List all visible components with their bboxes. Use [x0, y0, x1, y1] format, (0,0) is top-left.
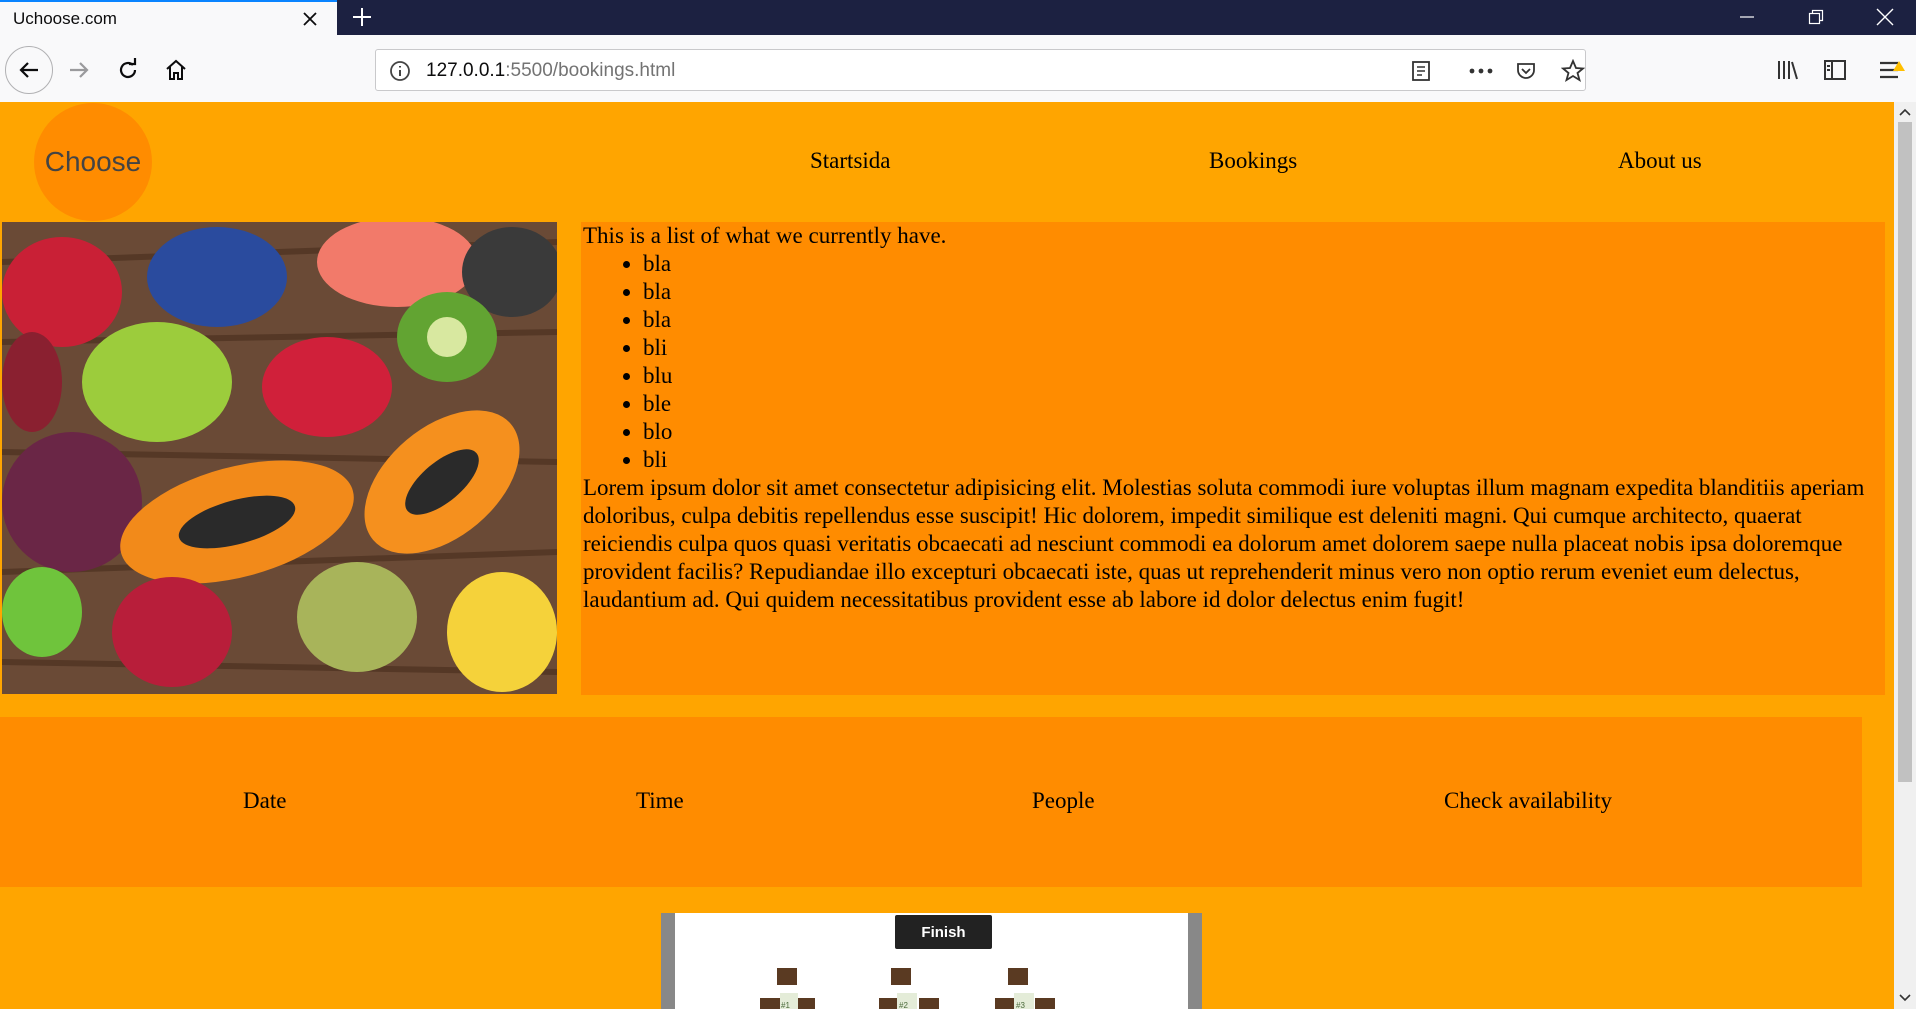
nav-startsida[interactable]: Startsida: [810, 148, 891, 174]
home-icon[interactable]: [161, 55, 191, 85]
reader-view-icon[interactable]: [1408, 58, 1434, 84]
site-info-icon[interactable]: [388, 59, 412, 83]
nav-about-us[interactable]: About us: [1618, 148, 1702, 174]
browser-toolbar: 127.0.0.1:5500/bookings.html: [0, 35, 1916, 103]
info-paragraph: Lorem ipsum dolor sit amet consectetur a…: [583, 475, 1865, 612]
close-tab-icon[interactable]: [298, 9, 322, 29]
browser-tab[interactable]: Uchoose.com: [0, 0, 337, 35]
page-actions-icon[interactable]: [1466, 58, 1496, 84]
table-label: #2: [899, 1001, 908, 1009]
finish-button[interactable]: Finish: [895, 915, 992, 949]
list-item: bla: [643, 250, 1883, 278]
table-label: #1: [781, 1001, 790, 1009]
people-field[interactable]: People: [1032, 788, 1095, 814]
scroll-down-icon[interactable]: [1896, 990, 1914, 1006]
logo-text: Choose: [44, 146, 142, 177]
menu-icon[interactable]: [1877, 55, 1907, 85]
new-tab-icon[interactable]: [348, 4, 376, 30]
scrollbar-thumb[interactable]: [1898, 122, 1912, 782]
minimize-icon[interactable]: [1730, 4, 1764, 30]
bookmark-star-icon[interactable]: [1560, 58, 1586, 84]
table-label: #3: [1016, 1001, 1025, 1009]
info-intro: This is a list of what we currently have…: [583, 223, 947, 248]
address-bar[interactable]: 127.0.0.1:5500/bookings.html: [375, 49, 1586, 91]
back-icon[interactable]: [5, 46, 53, 94]
list-item: ble: [643, 390, 1883, 418]
list-item: blu: [643, 362, 1883, 390]
reload-icon[interactable]: [113, 55, 143, 85]
check-availability-button[interactable]: Check availability: [1444, 788, 1612, 814]
list-item: bli: [643, 334, 1883, 362]
tab-title: Uchoose.com: [13, 9, 117, 28]
list-item: bla: [643, 306, 1883, 334]
scroll-up-icon[interactable]: [1896, 104, 1914, 120]
tab-bar: Uchoose.com: [0, 0, 1916, 35]
library-icon[interactable]: [1773, 55, 1803, 85]
page-content: Choose Startsida Bookings About us This …: [0, 102, 1894, 1009]
info-panel: This is a list of what we currently have…: [581, 222, 1885, 695]
list-item: blo: [643, 418, 1883, 446]
restore-icon[interactable]: [1799, 4, 1833, 30]
floorplan-image: Finish #1 #2 #3: [661, 913, 1202, 1009]
list-item: bla: [643, 278, 1883, 306]
url-text: 127.0.0.1:5500/bookings.html: [426, 60, 675, 82]
sidebar-toggle-icon[interactable]: [1820, 55, 1850, 85]
list-item: bli: [643, 446, 1883, 474]
site-logo[interactable]: Choose: [34, 103, 152, 221]
forward-icon[interactable]: [64, 55, 94, 85]
url-host: 127.0.0.1: [426, 60, 506, 81]
time-field[interactable]: Time: [636, 788, 684, 814]
close-window-icon[interactable]: [1868, 4, 1902, 30]
page-scrollbar[interactable]: [1894, 102, 1916, 1009]
booking-bar: Date Time People Check availability: [0, 717, 1862, 887]
items-list: bla bla bla bli blu ble blo bli: [583, 250, 1883, 474]
date-field[interactable]: Date: [243, 788, 286, 814]
nav-bookings[interactable]: Bookings: [1209, 148, 1297, 174]
pocket-icon[interactable]: [1513, 58, 1539, 84]
fruit-image: [2, 222, 557, 694]
url-path: :5500/bookings.html: [505, 60, 676, 81]
